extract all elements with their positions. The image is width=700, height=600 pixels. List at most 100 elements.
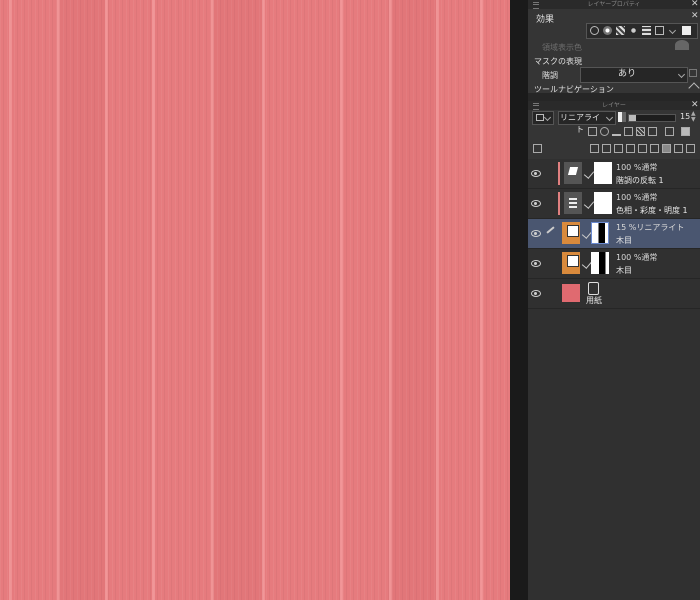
effect-label: 効果 [536,15,555,25]
close-icon[interactable]: ✕ [691,101,699,110]
trash-icon[interactable] [686,144,695,153]
layer-name: 用紙 [586,296,602,305]
layer-row[interactable]: 100 %通常 階調の反転 1 [528,159,700,189]
eye-icon [531,230,541,237]
eye-icon [531,260,541,267]
eye-icon [531,290,541,297]
ruler-icon[interactable] [665,127,674,136]
layer-row[interactable]: 用紙 [528,279,700,309]
wood-plank-seam [9,0,12,600]
wood-plank-seam [436,0,439,600]
area-color-label: 領域表示色 [542,43,582,52]
layer-color-icon[interactable] [629,26,638,35]
right-panel: レイヤープロパティ ✕ 効果 ✕ 領域表示色 マスクの表現 階調 あり ツールナ… [528,0,700,600]
paper-color-swatch [562,284,580,302]
layer-name: 木目 [616,236,632,245]
clipping-icon[interactable] [588,127,597,136]
layer-row-selected[interactable]: 15 %リニアライト 木目 [528,219,700,249]
border-effect-icon[interactable] [590,26,599,35]
wood-plank-seam [480,0,483,600]
gradation-value: あり [617,69,636,79]
eye-icon [531,200,541,207]
gradation-select[interactable]: あり [580,67,688,83]
layer-blend-label: 100 %通常 [616,253,658,262]
extract-line-icon[interactable] [642,26,651,35]
wood-grain-thumbnail [562,222,580,244]
apply-mask-icon[interactable] [674,144,683,153]
link-check-icon [583,168,595,179]
chevron-down-icon[interactable] [668,26,677,35]
layer-row[interactable]: 100 %通常 木目 [528,249,700,279]
new-folder-icon[interactable] [614,144,623,153]
correction-thumbnail [564,192,582,214]
opacity-stepper[interactable]: ▲ ▼ [691,111,696,123]
pen-edit-icon [546,226,555,234]
expression-color-select[interactable] [532,111,554,125]
tone-icon[interactable] [616,26,625,35]
visibility-toggle[interactable] [528,279,546,308]
mask-section-label: マスクの表現 [534,57,582,66]
new-raster-layer-icon[interactable] [590,144,599,153]
layer-properties-title: レイヤープロパティ [587,1,641,8]
reference-layer-icon[interactable] [600,127,609,136]
opacity-value[interactable]: 15 [680,112,690,121]
correction-thumbnail [564,162,582,184]
lock-icon[interactable] [624,127,633,136]
effect-menu-icon[interactable] [682,26,691,35]
opacity-slider-fill [629,115,636,121]
draft-layer-icon[interactable] [612,127,621,136]
duplicate-layer-icon[interactable] [650,144,659,153]
wood-plank [390,0,436,600]
mask-settings-icon[interactable] [689,69,697,77]
panel-separator [528,93,700,101]
wood-plank [58,0,106,600]
mask-thumbnail [594,192,612,214]
layer-blend-label: 100 %通常 [616,163,658,172]
drawing-canvas[interactable] [0,0,510,600]
visibility-toggle[interactable] [528,189,546,218]
watercolor-edge-icon[interactable] [603,26,612,35]
create-mask-icon[interactable] [662,144,671,153]
lock-transparent-pixels-icon[interactable] [636,127,645,136]
layer-list: 100 %通常 階調の反転 1 100 %通常 色相・彩度・明度 1 15 %リ… [528,159,700,600]
wood-plank-seam [57,0,60,600]
layer-color-icon[interactable] [681,127,690,136]
layer-name: 階調の反転 1 [616,176,664,185]
combine-lower-layer-icon[interactable] [638,144,647,153]
wood-plank-seam [152,0,155,600]
color-wheel-icon[interactable] [675,40,689,50]
mask-enable-icon[interactable] [648,127,657,136]
layer-blend-label: 100 %通常 [616,193,658,202]
close-icon[interactable]: ✕ [691,12,699,21]
panel-divider [510,0,528,600]
transfer-lower-layer-icon[interactable] [626,144,635,153]
opacity-slider[interactable] [628,114,676,122]
layer-panel-header[interactable]: レイヤー ✕ [528,101,700,110]
wood-plank-seam [389,0,392,600]
visibility-toggle[interactable] [528,249,546,278]
wood-plank-seam [262,0,265,600]
mask-thumbnail [591,252,609,274]
layer-menu-icon[interactable] [533,144,542,153]
chevron-down-icon [543,113,552,122]
layer-thumbnail-inner [567,225,579,237]
eye-icon [531,170,541,177]
wood-plank-seam [340,0,343,600]
paper-icon [588,282,599,295]
layer-properties-header[interactable]: レイヤープロパティ ✕ [528,0,700,9]
visibility-toggle[interactable] [528,159,546,188]
posterization-icon[interactable] [655,26,664,35]
close-icon[interactable]: ✕ [691,0,699,9]
chevron-up-icon[interactable] [688,82,700,94]
blend-mode-select[interactable]: リニアライト [558,111,616,134]
wood-plank [212,0,262,600]
layer-name: 木目 [616,266,632,275]
opacity-icon [618,112,626,122]
wood-plank-seam [211,0,214,600]
new-vector-layer-icon[interactable] [602,144,611,153]
layer-color-square-icon [536,114,544,121]
effect-buttons [586,23,698,39]
mask-thumbnail [594,162,612,184]
layer-row[interactable]: 100 %通常 色相・彩度・明度 1 [528,189,700,219]
visibility-toggle[interactable] [528,219,546,248]
